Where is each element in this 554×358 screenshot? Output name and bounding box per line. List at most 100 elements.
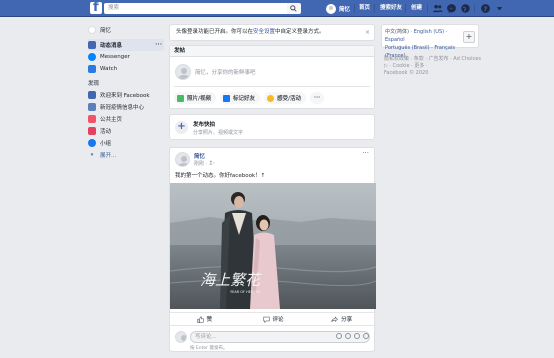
search-input[interactable]: 搜索 — [104, 3, 287, 14]
create-story-card[interactable]: + 发布快拍 分享照片、视频或文字 — [169, 114, 375, 140]
notifications-globe-icon[interactable] — [460, 3, 471, 14]
story-subtitle: 分享照片、视频或文字 — [193, 130, 244, 136]
search-button[interactable] — [287, 3, 301, 14]
feeling-activity-button[interactable]: 感受/活动 — [264, 92, 307, 104]
audience-friends-icon — [209, 160, 215, 165]
action-label: 赞 — [206, 317, 213, 323]
more-options-button[interactable]: ··· — [310, 92, 325, 104]
avatar — [175, 64, 191, 80]
post-composer: 发帖 简忆，分享你的新鲜事吧 照片/视频 标记好友 感受/活动 ··· — [169, 45, 375, 109]
friend-requests-icon[interactable] — [432, 3, 443, 14]
like-button[interactable]: 赞 — [170, 313, 239, 325]
button-label: 照片/视频 — [187, 96, 212, 102]
sidebar-item-label: 简忆 — [100, 28, 112, 34]
feeling-activity-icon — [267, 94, 275, 102]
composer-input[interactable]: 简忆，分享你的新鲜事吧 — [195, 68, 256, 76]
language-current: 中文(简体) — [385, 29, 409, 35]
more-options-icon[interactable]: ··· — [155, 42, 162, 48]
copyright: Facebook © 2020 — [384, 70, 429, 76]
chevron-down-icon: ▾ — [90, 152, 94, 158]
photo-video-button[interactable]: 照片/视频 — [174, 92, 217, 104]
gif-icon[interactable] — [354, 333, 360, 339]
timestamp-text: 刚刚 · — [194, 161, 209, 167]
composer-header: 发帖 — [170, 46, 374, 57]
home-link[interactable]: 首页 — [359, 3, 370, 14]
divider — [474, 4, 475, 13]
post-actions: 赞 评论 分享 — [170, 312, 376, 326]
notice-text: 头像登录功能已开启。你可以在 — [176, 29, 254, 35]
page-footer: 隐私权政策 · 条款 · 广告发布 · Ad Choices ▷ · Cooki… — [384, 56, 484, 77]
post-options-icon[interactable]: ··· — [362, 149, 369, 157]
add-language-button[interactable]: + — [463, 31, 475, 43]
quick-help-icon[interactable]: ? — [480, 3, 491, 14]
action-label: 评论 — [272, 317, 284, 323]
covid-info-icon — [88, 103, 96, 111]
facebook-logo-icon[interactable]: f — [90, 0, 102, 15]
events-calendar-icon — [88, 127, 96, 135]
caret-down-icon[interactable] — [494, 3, 505, 14]
tag-friends-button[interactable]: 标记好友 — [220, 92, 261, 104]
camera-icon[interactable] — [345, 333, 351, 339]
footer-links[interactable]: 隐私权政策 · 条款 · 广告发布 · Ad Choices ▷ · Cooki… — [384, 56, 484, 70]
avatar — [326, 3, 336, 14]
sidebar-item-profile[interactable]: 简忆 — [88, 24, 164, 36]
language-link[interactable]: Português (Brasil) — [385, 45, 430, 51]
sidebar-item-events[interactable]: 活动 — [88, 125, 164, 137]
post-text: 我的第一个动态。你好facebook！↑ — [175, 173, 266, 179]
sidebar-item-groups[interactable]: 小组 — [88, 137, 164, 149]
language-link[interactable]: Español — [385, 37, 405, 43]
comment-button[interactable]: 评论 — [239, 313, 308, 325]
sidebar-item-covid-info[interactable]: 新冠疫情信息中心 — [88, 101, 164, 113]
comment-tools — [333, 333, 369, 339]
profile-link[interactable]: 简忆 — [326, 3, 350, 14]
close-icon[interactable]: × — [365, 25, 370, 40]
sidebar-item-label: 活动 — [100, 129, 112, 135]
story-title: 发布快拍 — [193, 122, 216, 128]
sidebar-item-label: 小组 — [100, 141, 112, 147]
poster-subtitle: YEAR OF HEAVEN — [230, 290, 261, 294]
emoji-icon[interactable] — [336, 333, 342, 339]
poster-image: 海上繁花 YEAR OF HEAVEN — [170, 183, 376, 309]
messenger-icon[interactable] — [446, 3, 457, 14]
find-friends-link[interactable]: 搜索好友 — [380, 3, 402, 14]
post-timestamp[interactable]: 刚刚 · — [194, 160, 215, 167]
sidebar-item-label: 新冠疫情信息中心 — [100, 105, 145, 111]
sticker-icon[interactable] — [363, 333, 369, 339]
sidebar-item-watch[interactable]: Watch — [88, 63, 164, 75]
sidebar-item-label: Watch — [100, 66, 118, 72]
sidebar-item-welcome[interactable]: 欢迎来到 Facebook — [88, 89, 164, 101]
button-label: 感受/活动 — [277, 96, 302, 102]
share-arrow-icon — [331, 315, 339, 322]
share-button[interactable]: 分享 — [307, 313, 376, 325]
profile-name: 简忆 — [339, 6, 351, 13]
svg-text:?: ? — [484, 5, 488, 13]
facebook-icon — [88, 91, 96, 99]
feed-post: 简忆 刚刚 · ··· 我的第一个动态。你好facebook！↑ 海上繁花 YE… — [169, 147, 376, 352]
post-author[interactable]: 简忆 — [194, 152, 205, 160]
thumbs-up-icon — [196, 315, 204, 323]
comment-hint: 按 Enter 键发布。 — [190, 346, 228, 351]
divider — [174, 86, 370, 87]
photo-video-icon — [177, 94, 184, 102]
divider — [354, 4, 355, 13]
sidebar-item-label: 展开... — [100, 153, 117, 159]
post-photo[interactable]: 海上繁花 YEAR OF HEAVEN — [170, 183, 376, 309]
groups-icon — [88, 139, 96, 147]
sidebar-item-pages[interactable]: 公共主页 — [88, 113, 164, 125]
poster-title: 海上繁花 — [200, 271, 262, 289]
create-link[interactable]: 创建 — [411, 3, 422, 14]
sidebar-expand-link[interactable]: ▾ 展开... — [88, 149, 164, 161]
top-navigation-bar: f 搜索 简忆 首页 搜索好友 创建 ? — [0, 0, 554, 17]
divider — [427, 4, 428, 13]
action-label: 分享 — [341, 317, 353, 323]
comment-row — [175, 331, 187, 343]
sidebar-item-news-feed[interactable]: 动态消息 ··· — [88, 39, 164, 51]
avatar[interactable] — [175, 152, 190, 167]
news-feed-icon — [88, 41, 96, 49]
security-settings-link[interactable]: 安全设置 — [253, 29, 275, 35]
notice-text: 中自定义登录方式。 — [275, 29, 325, 35]
messenger-icon — [88, 53, 96, 61]
sidebar-item-messenger[interactable]: Messenger — [88, 51, 164, 63]
pages-flag-icon — [88, 115, 96, 123]
language-link[interactable]: English (US) — [414, 29, 444, 35]
